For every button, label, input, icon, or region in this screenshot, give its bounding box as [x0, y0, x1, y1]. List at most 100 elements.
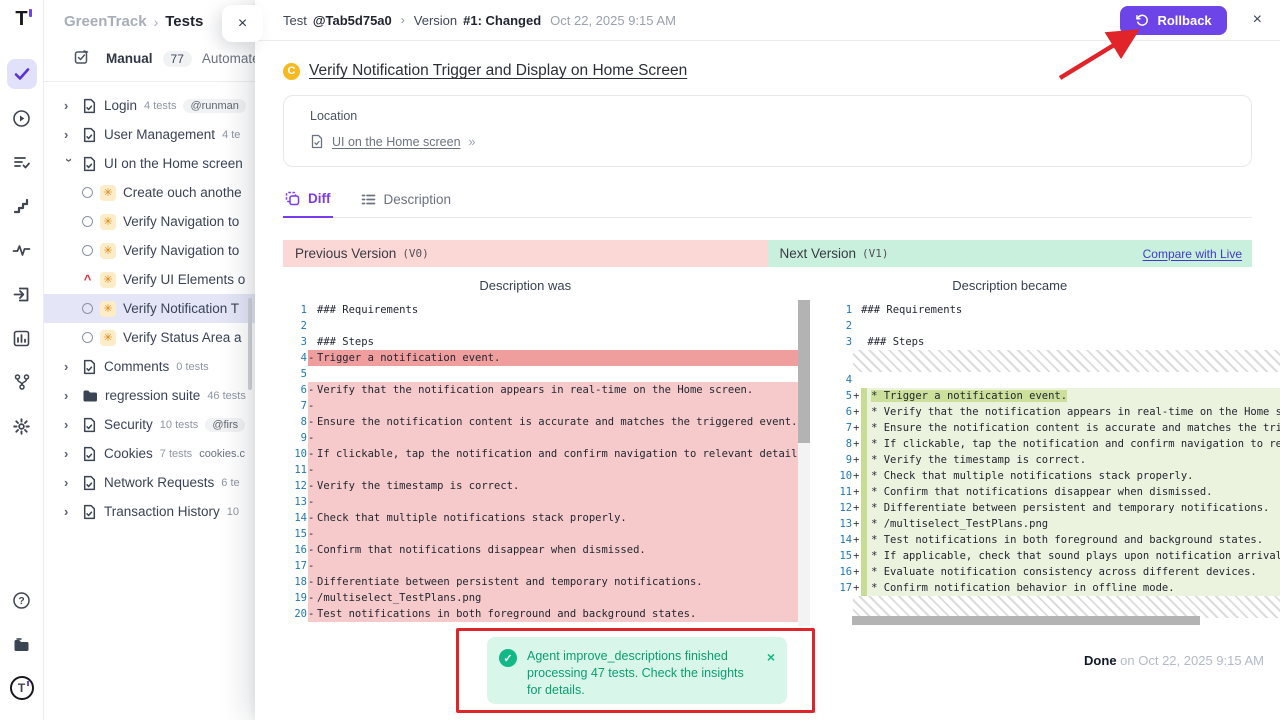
line-number: 16: [828, 564, 853, 580]
insert-stripe: [861, 484, 867, 500]
previous-version-header: Previous Version (V0): [283, 240, 768, 267]
multiselect-icon[interactable]: [74, 49, 90, 68]
line-number: 9: [828, 452, 853, 468]
checklist-icon[interactable]: [7, 147, 37, 177]
reports-icon[interactable]: [7, 323, 37, 353]
help-icon[interactable]: ?: [7, 585, 37, 615]
branch-icon[interactable]: [7, 367, 37, 397]
diff-sign: +: [853, 404, 861, 420]
chevron-right-icon[interactable]: ›: [64, 504, 75, 519]
collapse-caret-icon[interactable]: ^: [82, 275, 93, 285]
rollback-button[interactable]: Rollback: [1120, 6, 1226, 35]
tree-item-count: 4 tests: [144, 100, 176, 112]
tree-item[interactable]: ✳Verify Navigation to: [44, 207, 255, 236]
diff-line-text: * Ensure the notification content is acc…: [861, 420, 1280, 436]
diff-sign: +: [853, 500, 861, 516]
diff-sign: +: [853, 564, 861, 580]
insert-stripe: [861, 580, 867, 596]
chevron-down-icon[interactable]: ›: [62, 158, 77, 169]
line-number: 5: [283, 366, 308, 382]
toast-close-button[interactable]: ×: [767, 649, 775, 693]
diff-line: 16-Confirm that notifications disappear …: [283, 542, 810, 558]
tree-item[interactable]: ✳Create ouch anothe: [44, 178, 255, 207]
line-number: 15: [283, 526, 308, 542]
chevron-right-icon[interactable]: ›: [64, 417, 75, 432]
diff-sign: [308, 318, 317, 334]
diff-line: 1### Requirements: [828, 302, 1280, 318]
tree-item[interactable]: ✳Verify Notification T: [44, 294, 255, 323]
line-number: 8: [828, 436, 853, 452]
location-link[interactable]: UI on the Home screen: [332, 135, 461, 149]
test-status-icon: [82, 332, 93, 343]
diff-line: 19-/multiselect_TestPlans.png: [283, 590, 810, 606]
diff-line-text: -: [308, 462, 810, 478]
tab-manual[interactable]: Manual: [106, 51, 153, 66]
tree-item[interactable]: ›Comments0 tests: [44, 352, 255, 381]
diff-line: 2: [828, 318, 1280, 334]
line-number: 17: [828, 580, 853, 596]
breadcrumb-page[interactable]: Tests: [165, 13, 203, 30]
diff-line: 12-Verify the timestamp is correct.: [283, 478, 810, 494]
tree-item[interactable]: ›UI on the Home screen: [44, 149, 255, 178]
diff-line-text: -Check that multiple notifications stack…: [308, 510, 810, 526]
tree-item[interactable]: ✳Verify Navigation to: [44, 236, 255, 265]
line-number: 15: [828, 548, 853, 564]
list-icon: [361, 192, 376, 207]
tab-diff[interactable]: Diff: [283, 184, 333, 218]
sidebar-scrollbar[interactable]: [248, 298, 252, 390]
activity-icon[interactable]: [7, 235, 37, 265]
diff-line-text: -Test notifications in both foreground a…: [308, 606, 810, 622]
tab-automated[interactable]: Automate: [202, 51, 260, 66]
diff-sign: -: [308, 478, 317, 494]
insert-stripe: [861, 500, 867, 516]
runs-icon[interactable]: [7, 103, 37, 133]
chevron-right-icon[interactable]: ›: [64, 359, 75, 374]
chevron-right-icon[interactable]: ›: [64, 446, 75, 461]
modal-side-close-button[interactable]: ×: [222, 5, 263, 42]
line-number: 14: [828, 532, 853, 548]
tree-item[interactable]: ›User Management4 te: [44, 120, 255, 149]
line-number: 10: [283, 446, 308, 462]
tree-item-label: Create ouch anothe: [123, 185, 242, 200]
tests-icon[interactable]: [7, 59, 37, 89]
right-pane-hscrollbar[interactable]: [852, 616, 1200, 625]
diff-line: 4: [828, 372, 1280, 388]
tree-item[interactable]: ›Cookies7 testscookies.c: [44, 439, 255, 468]
left-pane-scrollbar[interactable]: [798, 300, 810, 626]
diff-sign: +: [853, 452, 861, 468]
tree-item[interactable]: ›regression suite46 tests: [44, 381, 255, 410]
test-status-icon: [82, 216, 93, 227]
modal-close-button[interactable]: ×: [1253, 11, 1262, 29]
tree-item[interactable]: ›Login4 tests@runman: [44, 91, 255, 120]
chevron-right-icon[interactable]: ›: [64, 127, 75, 142]
test-title-row: C Verify Notification Trigger and Displa…: [283, 41, 1252, 80]
chevron-right-icon[interactable]: ›: [64, 475, 75, 490]
tree-item[interactable]: ›Network Requests6 te: [44, 468, 255, 497]
diff-line: 20-Test notifications in both foreground…: [283, 606, 810, 622]
chevron-right-icon[interactable]: ›: [64, 98, 75, 113]
line-number: 4: [828, 372, 853, 388]
toast-message: Agent improve_descriptions finished proc…: [527, 648, 745, 693]
user-avatar[interactable]: T: [7, 673, 37, 703]
test-title: Verify Notification Trigger and Display …: [309, 62, 687, 80]
compare-with-live-link[interactable]: Compare with Live: [1143, 247, 1242, 261]
diff-line: 12+* Differentiate between persistent an…: [828, 500, 1280, 516]
tree-item[interactable]: ^✳Verify UI Elements o: [44, 265, 255, 294]
ai-spark-icon: ✳: [100, 330, 116, 346]
breadcrumb-app[interactable]: GreenTrack: [64, 13, 147, 30]
settings-icon[interactable]: [7, 411, 37, 441]
tree-item[interactable]: ›Security10 tests@firs: [44, 410, 255, 439]
tab-description[interactable]: Description: [359, 184, 454, 217]
steps-icon[interactable]: [7, 191, 37, 221]
diff-sign: -: [308, 542, 317, 558]
tree-item[interactable]: ✳Verify Status Area a: [44, 323, 255, 352]
test-status-icon: [82, 303, 93, 314]
files-icon[interactable]: [7, 629, 37, 659]
diff-line-text: ### Requirements: [308, 302, 810, 318]
tree-item[interactable]: ›Transaction History10: [44, 497, 255, 526]
diff-captions: Description was Description became: [283, 278, 1252, 293]
chevron-right-icon[interactable]: ›: [64, 388, 75, 403]
diff-line: 7+* Ensure the notification content is a…: [828, 420, 1280, 436]
signin-icon[interactable]: [7, 279, 37, 309]
diff-line-text: -: [308, 526, 810, 542]
